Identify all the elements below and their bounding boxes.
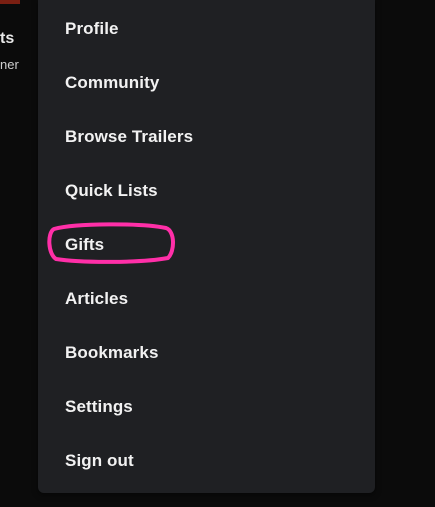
menu-item-quick-lists[interactable]: Quick Lists (38, 164, 375, 218)
menu-item-gifts[interactable]: Gifts (38, 218, 375, 272)
menu-item-sign-out[interactable]: Sign out (38, 434, 375, 488)
menu-item-profile[interactable]: Profile (38, 2, 375, 56)
page: ts ner Profile Community Browse Trailers… (0, 0, 435, 507)
menu-item-label: Settings (65, 397, 133, 416)
background-page-title-fragment: ts (0, 30, 15, 47)
menu-item-label: Browse Trailers (65, 127, 194, 146)
menu-item-label: Quick Lists (65, 181, 158, 200)
menu-item-browse-trailers[interactable]: Browse Trailers (38, 110, 375, 164)
top-accent-bar (0, 0, 20, 4)
menu-item-settings[interactable]: Settings (38, 380, 375, 434)
menu-item-label: Bookmarks (65, 343, 159, 362)
menu-item-label: Articles (65, 289, 129, 308)
account-dropdown-menu: Profile Community Browse Trailers Quick … (38, 0, 375, 493)
menu-item-label: Sign out (65, 451, 134, 470)
menu-item-label: Community (65, 73, 160, 92)
menu-item-bookmarks[interactable]: Bookmarks (38, 326, 375, 380)
menu-item-community[interactable]: Community (38, 56, 375, 110)
menu-item-articles[interactable]: Articles (38, 272, 375, 326)
menu-item-label: Gifts (65, 235, 105, 254)
background-page-subtitle-fragment: ner (0, 57, 19, 72)
menu-item-label: Profile (65, 19, 119, 38)
